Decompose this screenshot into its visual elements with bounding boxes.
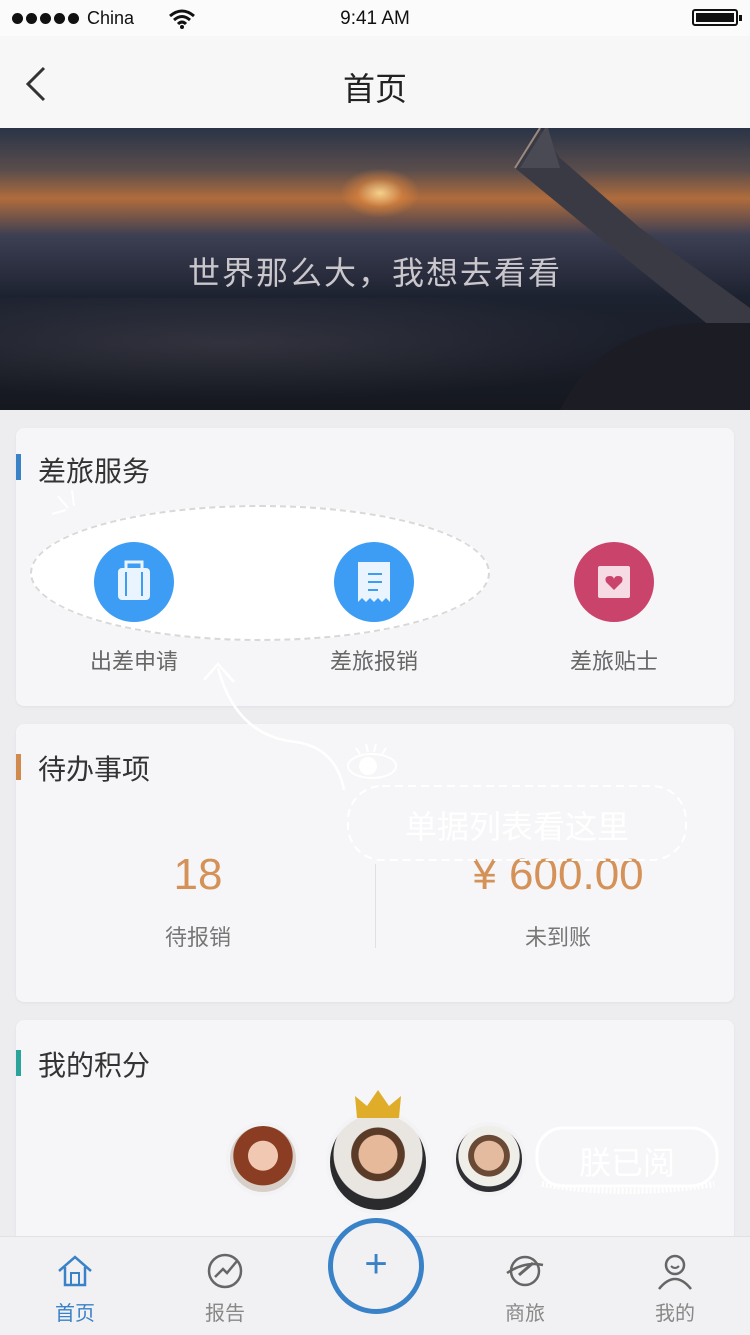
tab-label: 报告: [205, 1301, 245, 1325]
tab-home[interactable]: 首页: [0, 1237, 150, 1335]
service-item-tips[interactable]: 差旅贴士: [514, 542, 714, 676]
battery-icon: [692, 9, 742, 26]
section-accent-bar: [16, 1050, 21, 1076]
guide-tip-text: 单据列表看这里: [404, 808, 629, 846]
page-title: 首页: [342, 70, 407, 108]
nav-bar: 首页: [0, 36, 750, 128]
add-button[interactable]: +: [328, 1218, 424, 1314]
service-item-reimburse[interactable]: 差旅报销: [274, 542, 474, 676]
unpaid-label: 未到账: [524, 926, 591, 951]
eye-doodle-icon: [347, 743, 397, 779]
suitcase-icon: [94, 542, 174, 622]
section-accent-bar: [16, 754, 21, 780]
pending-label: 待报销: [164, 926, 231, 951]
report-icon: [207, 1253, 243, 1289]
avatar-top-user[interactable]: [326, 1110, 430, 1214]
tab-label: 我的: [655, 1301, 695, 1325]
avatar-woman[interactable]: [226, 1122, 300, 1196]
user-icon: [658, 1254, 692, 1290]
guide-tip-bubble: 单据列表看这里: [346, 784, 688, 862]
service-item-apply[interactable]: 出差申请: [34, 542, 234, 676]
ack-button[interactable]: 朕已阅: [534, 1126, 720, 1198]
sparkle-icon: [51, 489, 75, 515]
banner-slogan: 世界那么大，我想去看看: [187, 254, 562, 292]
section-accent-bar: [16, 454, 21, 480]
section-title: 待办事项: [38, 753, 151, 786]
status-bar: China 9:41 AM: [0, 0, 750, 36]
stats-divider: [375, 864, 376, 948]
ack-button-label: 朕已阅: [578, 1144, 675, 1182]
status-time: 9:41 AM: [340, 8, 410, 29]
service-label: 差旅贴士: [569, 650, 658, 675]
avatar-man[interactable]: [452, 1122, 526, 1196]
section-title: 我的积分: [38, 1049, 151, 1082]
plane-icon: [506, 1255, 544, 1287]
home-icon: [58, 1255, 92, 1287]
heart-note-icon: [574, 542, 654, 622]
tab-mine[interactable]: 我的: [600, 1237, 750, 1335]
tab-label: 商旅: [505, 1301, 545, 1325]
tab-label: 首页: [55, 1301, 95, 1325]
pending-count[interactable]: 18: [98, 850, 298, 900]
receipt-icon: [334, 542, 414, 622]
hero-banner[interactable]: 世界那么大，我想去看看: [0, 128, 750, 410]
tab-report[interactable]: 报告: [150, 1237, 300, 1335]
crown-icon: [355, 1090, 401, 1118]
tab-travel[interactable]: 商旅: [450, 1237, 600, 1335]
section-title: 差旅服务: [38, 455, 151, 488]
